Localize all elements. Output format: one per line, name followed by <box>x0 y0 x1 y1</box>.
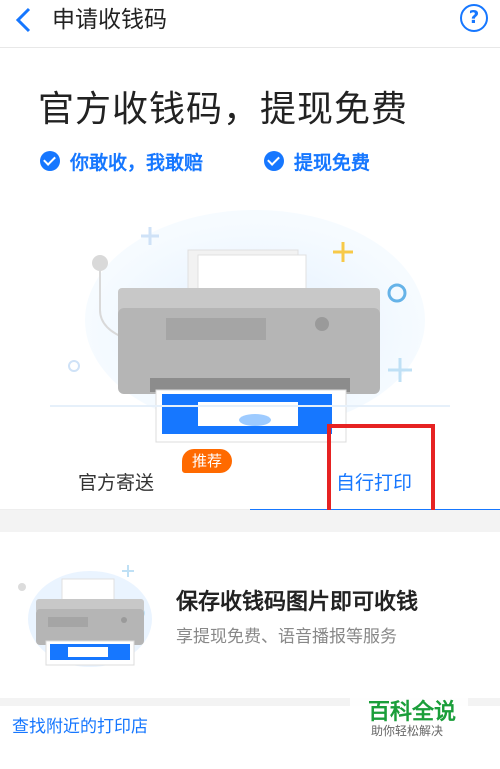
watermark: 百科全说 助你轻松解决 <box>350 692 468 742</box>
section-divider <box>0 510 500 532</box>
find-print-shop-link[interactable]: 查找附近的打印店 <box>12 712 148 737</box>
recommend-badge: 推荐 <box>182 449 233 473</box>
help-icon[interactable]: ? <box>460 4 488 32</box>
feature-guarantee: 你敢收，我敢赔 <box>40 148 203 174</box>
feature-free-withdraw: 提现免费 <box>264 148 370 174</box>
feature-label: 提现免费 <box>294 151 371 174</box>
watermark-subtitle: 助你轻松解决 <box>371 724 444 738</box>
dot-icon <box>92 255 108 271</box>
feature-label: 你敢收，我敢赔 <box>70 151 204 174</box>
printer-illustration <box>50 210 450 443</box>
ring-icon <box>68 360 80 372</box>
mini-printer-illustration <box>18 565 152 667</box>
page-title: 申请收钱码 <box>52 7 167 33</box>
tab-official-delivery[interactable]: 官方寄送 <box>78 468 154 495</box>
hero-title: 官方收钱码，提现免费 <box>38 89 409 130</box>
nav-bar: 申请收钱码 ? <box>0 0 500 48</box>
save-qr-card[interactable]: 保存收钱码图片即可收钱 享提现免费、语音播报等服务 <box>0 532 500 702</box>
highlight-box <box>327 424 435 514</box>
card-title: 保存收钱码图片即可收钱 <box>176 590 419 615</box>
check-circle-icon <box>264 151 284 171</box>
check-circle-icon <box>40 151 60 171</box>
back-arrow-icon[interactable] <box>8 4 42 38</box>
card-subtitle: 享提现免费、语音播报等服务 <box>176 627 397 647</box>
